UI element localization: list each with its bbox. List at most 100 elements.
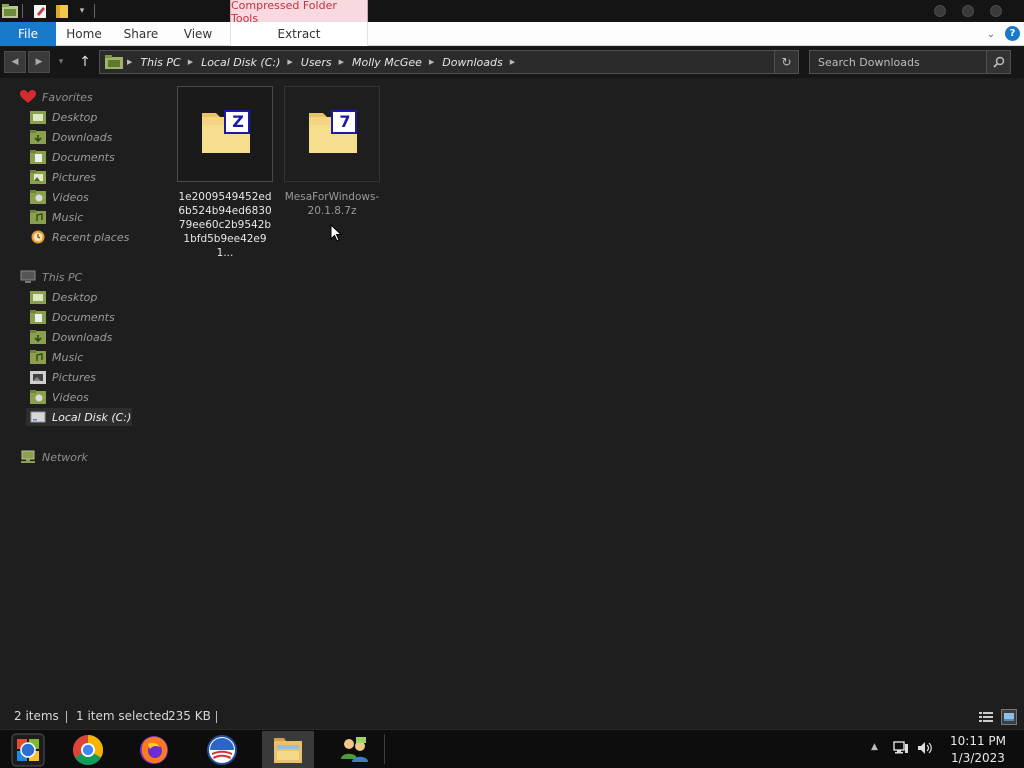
help-icon[interactable]: ? <box>1005 26 1020 41</box>
nav-item-label: Documents <box>52 150 115 164</box>
nav-pc-downloads[interactable]: Downloads <box>30 328 112 346</box>
nav-pc-pictures[interactable]: Pictures <box>30 368 96 386</box>
nav-favorites-downloads[interactable]: Downloads <box>30 128 112 146</box>
nav-pc-desktop[interactable]: Desktop <box>30 288 97 306</box>
nav-favorites[interactable]: Favorites <box>20 88 93 106</box>
recent-locations-chevron-icon[interactable]: ▾ <box>54 51 68 73</box>
expand-ribbon-chevron-icon[interactable]: ⌄ <box>984 26 998 42</box>
tab-file[interactable]: File <box>0 22 56 46</box>
compressed-folder-tools-context-tab: Compressed Folder Tools <box>230 0 368 25</box>
minimize-button[interactable] <box>934 5 946 17</box>
breadcrumb-separator-icon[interactable]: ▶ <box>429 58 434 66</box>
new-folder-icon[interactable] <box>54 3 70 19</box>
clock-date[interactable]: 1/3/2023 <box>946 751 1010 765</box>
address-bar[interactable]: ▶ This PC ▶ Local Disk (C:) ▶ Users ▶ Mo… <box>99 50 799 74</box>
nav-favorites-music[interactable]: Music <box>30 208 83 226</box>
nav-network-label: Network <box>42 450 88 464</box>
explorer-app-icon[interactable] <box>2 3 18 19</box>
tab-extract[interactable]: Extract <box>230 22 368 46</box>
quick-access-separator <box>94 4 95 18</box>
breadcrumb-users[interactable]: Users <box>301 56 332 69</box>
nav-favorites-documents[interactable]: Documents <box>30 148 115 166</box>
forward-button[interactable]: ▶ <box>28 51 50 73</box>
taskbar-obama-logo-button[interactable] <box>196 731 248 768</box>
breadcrumb-separator-icon[interactable]: ▶ <box>127 58 132 66</box>
desktop-folder-icon <box>30 291 46 304</box>
network-status-icon[interactable] <box>893 741 909 758</box>
music-folder-icon <box>30 350 46 364</box>
nav-item-label: Downloads <box>52 330 113 344</box>
nav-pc-music[interactable]: Music <box>30 348 83 366</box>
maximize-button[interactable] <box>962 5 974 17</box>
back-button[interactable]: ◀ <box>4 51 26 73</box>
nav-item-label: Pictures <box>52 170 97 184</box>
tab-home[interactable]: Home <box>62 22 106 46</box>
nav-pc-local-disk[interactable]: Local Disk (C:) <box>26 408 132 426</box>
nav-item-label: Music <box>52 210 84 224</box>
details-view-icon[interactable] <box>978 709 994 725</box>
breadcrumb-local-disk[interactable]: Local Disk (C:) <box>201 56 280 69</box>
file-name[interactable]: MesaForWindows-20.1.8.7z <box>284 190 380 218</box>
ribbon: File Home Share View Extract ⌄ ? <box>0 22 1024 46</box>
nav-item-label: Music <box>52 350 84 364</box>
breadcrumb-separator-icon[interactable]: ▶ <box>339 58 344 66</box>
up-button[interactable]: ↑ <box>76 51 94 73</box>
nav-pc-videos[interactable]: Videos <box>30 388 89 406</box>
taskbar-separator <box>384 734 385 764</box>
search-input[interactable] <box>810 51 986 73</box>
breadcrumb-this-pc[interactable]: This PC <box>140 56 180 69</box>
nav-favorites-recent-places[interactable]: Recent places <box>30 228 129 246</box>
taskbar-file-explorer-button[interactable] <box>262 731 314 768</box>
show-hidden-icons-chevron-icon[interactable]: ▲ <box>871 742 878 752</box>
nav-this-pc[interactable]: This PC <box>20 268 82 286</box>
properties-icon[interactable] <box>32 3 48 19</box>
taskbar-chrome-button[interactable] <box>62 731 114 768</box>
nav-favorites-videos[interactable]: Videos <box>30 188 89 206</box>
nav-favorites-desktop[interactable]: Desktop <box>30 108 97 126</box>
documents-folder-icon <box>30 150 46 164</box>
breadcrumb-downloads[interactable]: Downloads <box>442 56 502 69</box>
customize-quick-access-chevron-icon[interactable]: ▾ <box>74 3 90 19</box>
heart-icon <box>20 90 36 103</box>
clock-time[interactable]: 10:11 PM <box>946 734 1010 748</box>
file-thumbnail[interactable]: Z <box>177 86 273 182</box>
mouse-cursor-icon <box>330 224 342 242</box>
nav-pc-documents[interactable]: Documents <box>30 308 115 326</box>
navigation-pane: Favorites Desktop Downloads Documents Pi… <box>0 78 160 700</box>
recent-places-clock-icon <box>31 230 45 244</box>
downloads-folder-icon <box>30 330 46 344</box>
breadcrumb-molly-mcgee[interactable]: Molly McGee <box>352 56 422 69</box>
taskbar-firefox-button[interactable] <box>128 731 180 768</box>
zip-folder-icon <box>202 110 250 153</box>
nav-item-label: Local Disk (C:) <box>52 410 132 424</box>
obama-logo-icon <box>207 734 237 765</box>
network-icon <box>21 450 35 463</box>
file-list[interactable]: Z 1e2009549452ed6b524b94ed683079ee60c2b9… <box>160 78 1024 700</box>
start-button[interactable] <box>2 731 54 768</box>
breadcrumb-separator-icon[interactable]: ▶ <box>287 58 292 66</box>
7z-archive-icon <box>309 110 357 153</box>
volume-icon[interactable] <box>917 741 933 758</box>
file-item-zip[interactable]: Z 1e2009549452ed6b524b94ed683079ee60c2b9… <box>177 86 273 259</box>
network-users-icon <box>341 736 368 762</box>
nav-this-pc-label: This PC <box>42 270 83 284</box>
tab-view[interactable]: View <box>176 22 220 46</box>
music-folder-icon <box>30 210 46 224</box>
videos-folder-icon <box>30 390 46 404</box>
search-icon[interactable] <box>986 51 1010 73</box>
breadcrumb-separator-icon[interactable]: ▶ <box>188 58 193 66</box>
close-button[interactable] <box>990 5 1002 17</box>
large-icons-view-icon[interactable] <box>1001 709 1017 725</box>
file-thumbnail[interactable]: 7 <box>284 86 380 182</box>
taskbar-network-users-button[interactable] <box>328 731 380 768</box>
nav-favorites-pictures[interactable]: Pictures <box>30 168 96 186</box>
nav-item-label: Downloads <box>52 130 113 144</box>
file-name[interactable]: 1e2009549452ed6b524b94ed683079ee60c2b954… <box>177 190 273 260</box>
file-explorer-icon <box>274 737 302 763</box>
refresh-button[interactable]: ↻ <box>774 51 798 73</box>
file-item-7z[interactable]: 7 MesaForWindows-20.1.8.7z <box>284 86 380 218</box>
taskbar: ▲ 10:11 PM 1/3/2023 <box>0 729 1024 768</box>
tab-share[interactable]: Share <box>118 22 164 46</box>
nav-network[interactable]: Network <box>20 448 88 466</box>
breadcrumb-separator-icon[interactable]: ▶ <box>510 58 515 66</box>
